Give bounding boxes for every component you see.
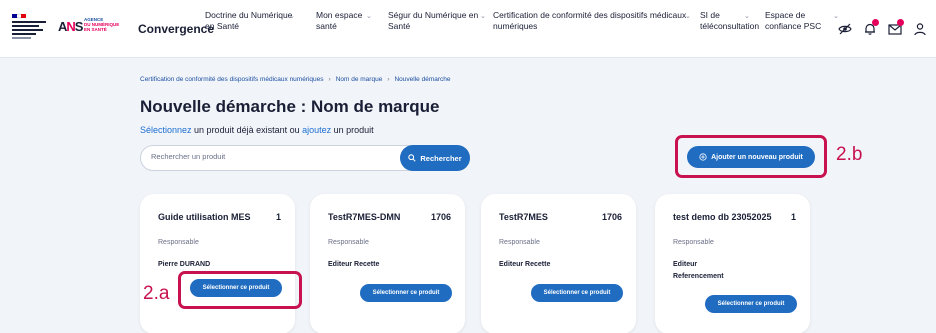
- nav-item-label: téléconsultation: [700, 20, 760, 31]
- responsible-line: Editeur Recette: [328, 261, 380, 268]
- eye-off-icon[interactable]: [837, 21, 853, 37]
- chevron-down-icon: ⌄: [480, 13, 486, 20]
- nav-item-segur[interactable]: Ségur du Numérique en Santé ⌄: [388, 10, 486, 31]
- responsible-value: Editeur Recette: [328, 259, 379, 271]
- search-button-label: Rechercher: [420, 153, 462, 163]
- search-button[interactable]: Rechercher: [400, 145, 470, 171]
- brand-name[interactable]: Convergence: [138, 22, 214, 36]
- product-card: test demo db 23052025 1 Responsable Edit…: [655, 194, 810, 333]
- chevron-down-icon: ⌄: [289, 13, 295, 20]
- nav-item-label: numériques: [493, 20, 538, 31]
- nav-item-label: Espace de: [765, 10, 806, 20]
- search-icon: [408, 154, 416, 162]
- search-input[interactable]: [151, 152, 401, 161]
- flag-icon: [12, 14, 27, 18]
- nav-item-label: Doctrine du Numérique: [205, 10, 293, 20]
- product-count: 1706: [601, 212, 622, 222]
- breadcrumb-separator: ›: [387, 76, 390, 83]
- responsible-label: Responsable: [673, 239, 714, 246]
- page-title: Nouvelle démarche : Nom de marque: [140, 97, 440, 116]
- responsible-line: Pierre DURAND: [158, 261, 211, 268]
- responsible-label: Responsable: [158, 239, 199, 246]
- bell-icon[interactable]: [862, 19, 879, 37]
- annotation-2b: 2.b: [836, 144, 863, 165]
- select-product-button[interactable]: Sélectionner ce produit: [360, 284, 452, 302]
- add-product-button[interactable]: Ajouter un nouveau produit: [687, 146, 815, 168]
- chevron-down-icon: ⌄: [685, 13, 691, 20]
- select-product-link[interactable]: Sélectionnez: [140, 125, 192, 135]
- select-product-button[interactable]: Sélectionner ce produit: [705, 295, 797, 313]
- responsible-value: Editeur Referencement: [673, 259, 724, 283]
- nav-item-label: Ségur du Numérique en: [388, 10, 479, 20]
- breadcrumb-current: Nouvelle démarche: [394, 76, 451, 83]
- responsible-line: Editeur Recette: [499, 261, 551, 268]
- republique-francaise-logo[interactable]: [12, 14, 46, 44]
- nav-item-espace-confiance[interactable]: Espace de confiance PSC ⌄: [765, 10, 839, 31]
- add-product-link[interactable]: ajoutez: [302, 125, 331, 135]
- breadcrumb-separator: ›: [328, 76, 331, 83]
- product-count: 1: [790, 212, 796, 222]
- search-bar: Rechercher: [140, 145, 470, 171]
- agency-logo-line: en Santé: [84, 27, 107, 32]
- notification-dot: [897, 19, 904, 26]
- add-product-label: Ajouter un nouveau produit: [711, 153, 803, 161]
- annotation-2a: 2.a: [143, 283, 170, 304]
- product-card: TestR7MES-DMN 1706 Responsable Editeur R…: [310, 194, 465, 333]
- nav-item-label: confiance PSC: [765, 20, 822, 31]
- select-product-button[interactable]: Sélectionner ce produit: [531, 284, 623, 302]
- responsible-line: Referencement: [673, 273, 724, 280]
- header-actions: [837, 19, 928, 37]
- user-icon[interactable]: [912, 21, 928, 37]
- product-card: TestR7MES 1706 Responsable Editeur Recet…: [481, 194, 636, 333]
- responsible-value: Pierre DURAND: [158, 259, 210, 271]
- nav-item-teleconsultation[interactable]: SI de téléconsultation ⌄: [700, 10, 760, 31]
- product-name: TestR7MES: [499, 212, 548, 222]
- nav-item-label: en Santé: [205, 20, 240, 31]
- responsible-label: Responsable: [328, 239, 369, 246]
- notification-dot: [872, 19, 879, 26]
- chevron-down-icon: ⌄: [366, 13, 372, 20]
- agency-logo-mark: ANS: [58, 19, 83, 34]
- plus-circle-icon: [699, 153, 707, 161]
- subtitle-text: un produit déjà existant ou: [191, 125, 303, 135]
- product-name: TestR7MES-DMN: [328, 212, 401, 222]
- breadcrumb-link[interactable]: Nom de marque: [336, 76, 383, 83]
- nav-item-label: Santé: [388, 20, 411, 31]
- chevron-down-icon: ⌄: [744, 13, 750, 20]
- top-header: ANS Agence du Numérique en Santé Converg…: [0, 0, 936, 58]
- product-name: Guide utilisation MES: [158, 212, 251, 222]
- product-card: Guide utilisation MES 1 Responsable Pier…: [140, 194, 295, 333]
- agency-logo[interactable]: ANS Agence du Numérique en Santé: [58, 17, 120, 43]
- page-subtitle: Sélectionnez un produit déjà existant ou…: [140, 125, 374, 135]
- product-count: 1706: [430, 212, 451, 222]
- nav-item-mon-espace-sante[interactable]: Mon espace santé ⌄: [316, 10, 376, 31]
- responsible-value: Editeur Recette: [499, 259, 550, 271]
- breadcrumb: Certification de conformité des disposit…: [140, 76, 451, 83]
- product-name: test demo db 23052025: [673, 212, 772, 222]
- nav-item-label: Certification de conformité des disposit…: [493, 10, 687, 20]
- subtitle-text: un produit: [331, 125, 374, 135]
- breadcrumb-link[interactable]: Certification de conformité des disposit…: [140, 76, 324, 83]
- product-count: 1: [275, 212, 281, 222]
- mail-icon[interactable]: [887, 19, 904, 37]
- responsible-line: Editeur: [673, 261, 698, 268]
- select-product-highlight: [178, 271, 302, 309]
- nav-item-label: SI de: [700, 10, 720, 20]
- nav-item-certification[interactable]: Certification de conformité des disposit…: [493, 10, 693, 31]
- nav-item-doctrine[interactable]: Doctrine du Numérique en Santé ⌄: [205, 10, 295, 31]
- add-product-highlight: Ajouter un nouveau produit: [675, 135, 827, 178]
- responsible-label: Responsable: [499, 239, 540, 246]
